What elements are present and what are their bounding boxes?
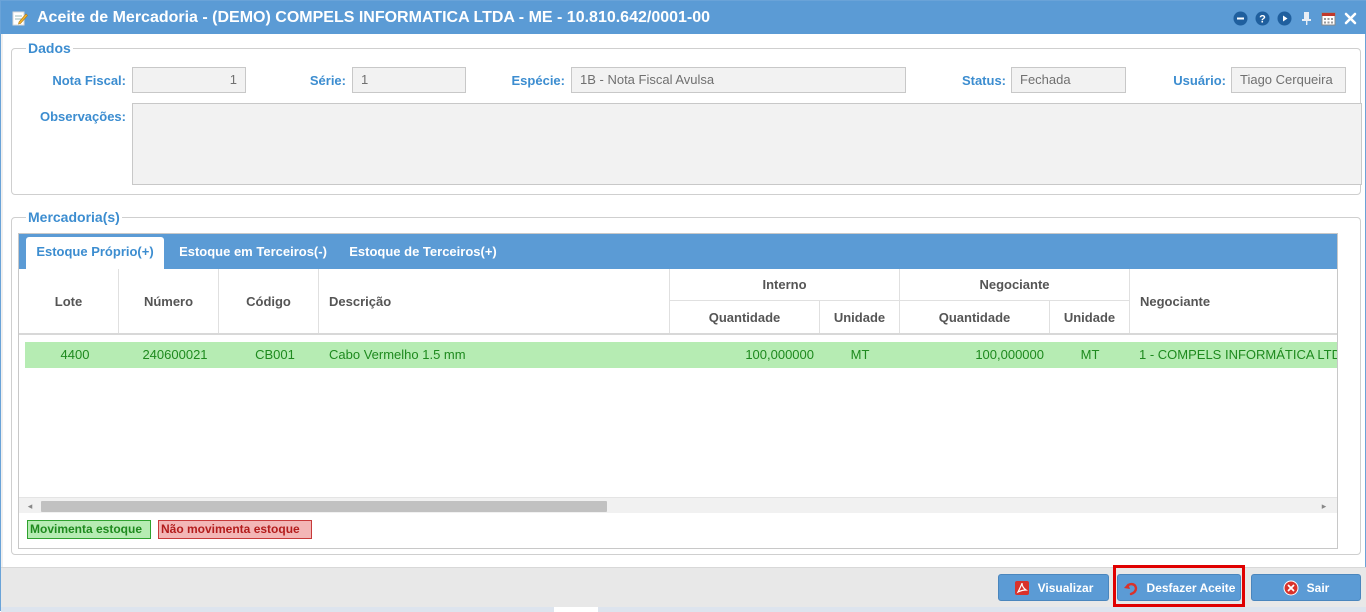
scroll-right-icon[interactable]: ▸: [1319, 501, 1329, 511]
tab-estoque-de-terceiros[interactable]: Estoque de Terceiros(+): [341, 237, 505, 269]
tab-bar: Estoque Próprio(+) Estoque em Terceiros(…: [19, 234, 1337, 269]
desfazer-aceite-label: Desfazer Aceite: [1146, 580, 1236, 595]
cell-descricao: Cabo Vermelho 1.5 mm: [329, 347, 466, 362]
close-icon[interactable]: [1342, 10, 1359, 27]
tab-estoque-proprio[interactable]: Estoque Próprio(+): [26, 237, 164, 269]
visualizar-button[interactable]: Visualizar: [998, 574, 1109, 601]
col-numero[interactable]: Número: [119, 269, 219, 333]
svg-text:?: ?: [1259, 13, 1266, 25]
col-negociante-unidade[interactable]: Unidade: [1050, 301, 1130, 333]
cell-numero: 240600021: [142, 347, 208, 362]
col-descricao[interactable]: Descrição: [319, 269, 670, 333]
window-title: Aceite de Mercadoria - (DEMO) COMPELS IN…: [37, 9, 711, 26]
grid-header: Lote Número Código Descrição Interno Qua…: [19, 269, 1337, 335]
cell-negociante: 1 - COMPELS INFORMÁTICA LTDA - ME: [1139, 347, 1337, 362]
help-icon[interactable]: ?: [1254, 10, 1271, 27]
scroll-left-icon[interactable]: ◂: [25, 501, 35, 511]
edit-note-icon: [12, 11, 28, 26]
usuario-label: Usuário:: [1173, 73, 1226, 88]
col-interno-unidade[interactable]: Unidade: [820, 301, 900, 333]
especie-field[interactable]: 1B - Nota Fiscal Avulsa: [571, 67, 906, 93]
pin-icon[interactable]: [1298, 10, 1315, 27]
bottom-strip-segment: [554, 607, 598, 612]
title-bar: Aceite de Mercadoria - (DEMO) COMPELS IN…: [1, 1, 1366, 34]
calendar-icon[interactable]: [1320, 10, 1337, 27]
play-icon[interactable]: [1276, 10, 1293, 27]
legend-nao-movimenta-estoque: Não movimenta estoque: [158, 520, 312, 539]
col-group-interno: Interno: [670, 269, 900, 301]
nota-fiscal-field[interactable]: 1: [132, 67, 246, 93]
bottom-strip: [1, 607, 1366, 612]
dados-legend: Dados: [26, 40, 73, 56]
title-toolbar: ?: [1232, 9, 1359, 27]
desfazer-aceite-button[interactable]: Desfazer Aceite: [1117, 574, 1241, 601]
col-codigo[interactable]: Código: [219, 269, 319, 333]
cell-interno-quantidade: 100,000000: [745, 347, 814, 362]
usuario-field[interactable]: Tiago Cerqueira: [1231, 67, 1346, 93]
cell-negociante-quantidade: 100,000000: [975, 347, 1044, 362]
sair-button[interactable]: Sair: [1251, 574, 1361, 601]
status-field[interactable]: Fechada: [1011, 67, 1126, 93]
grid-body: 4400 240600021 CB001 Cabo Vermelho 1.5 m…: [19, 335, 1337, 497]
sair-label: Sair: [1306, 580, 1330, 595]
scrollbar-thumb[interactable]: [41, 501, 607, 512]
cell-lote: 4400: [60, 347, 90, 362]
undo-icon: [1123, 582, 1137, 595]
col-interno-quantidade[interactable]: Quantidade: [670, 301, 820, 333]
especie-label: Espécie:: [511, 73, 565, 88]
mercadorias-legend: Mercadoria(s): [26, 209, 122, 225]
status-label: Status:: [961, 73, 1006, 88]
cell-codigo: CB001: [255, 347, 295, 362]
pdf-icon: [1014, 580, 1029, 595]
horizontal-scrollbar[interactable]: ◂ ▸: [19, 497, 1337, 513]
visualizar-label: Visualizar: [1037, 580, 1094, 595]
dados-group: Dados Nota Fiscal: 1 Série: 1 Espécie: 1…: [11, 40, 1362, 195]
col-group-negociante: Negociante: [900, 269, 1130, 301]
nota-fiscal-label: Nota Fiscal:: [52, 73, 126, 88]
form-body: Dados Nota Fiscal: 1 Série: 1 Espécie: 1…: [3, 34, 1365, 567]
serie-label: Série:: [309, 73, 346, 88]
col-negociante[interactable]: Negociante: [1130, 269, 1337, 333]
aceite-mercadoria-window: Aceite de Mercadoria - (DEMO) COMPELS IN…: [0, 0, 1366, 612]
exit-icon: [1283, 580, 1299, 595]
observacoes-field[interactable]: [132, 103, 1362, 185]
estoque-tabs-panel: Estoque Próprio(+) Estoque em Terceiros(…: [18, 233, 1338, 549]
observacoes-label: Observações:: [40, 109, 126, 124]
table-row[interactable]: 4400 240600021 CB001 Cabo Vermelho 1.5 m…: [25, 342, 1337, 368]
tab-estoque-em-terceiros[interactable]: Estoque em Terceiros(-): [171, 237, 335, 269]
col-lote[interactable]: Lote: [19, 269, 119, 333]
serie-field[interactable]: 1: [352, 67, 466, 93]
legend-movimenta-estoque: Movimenta estoque: [27, 520, 151, 539]
footer-toolbar: Visualizar Desfazer Aceite Sair: [1, 567, 1366, 607]
col-negociante-quantidade[interactable]: Quantidade: [900, 301, 1050, 333]
cell-interno-unidade: MT: [850, 347, 870, 362]
cell-negociante-unidade: MT: [1080, 347, 1100, 362]
minimize-icon[interactable]: [1232, 10, 1249, 27]
